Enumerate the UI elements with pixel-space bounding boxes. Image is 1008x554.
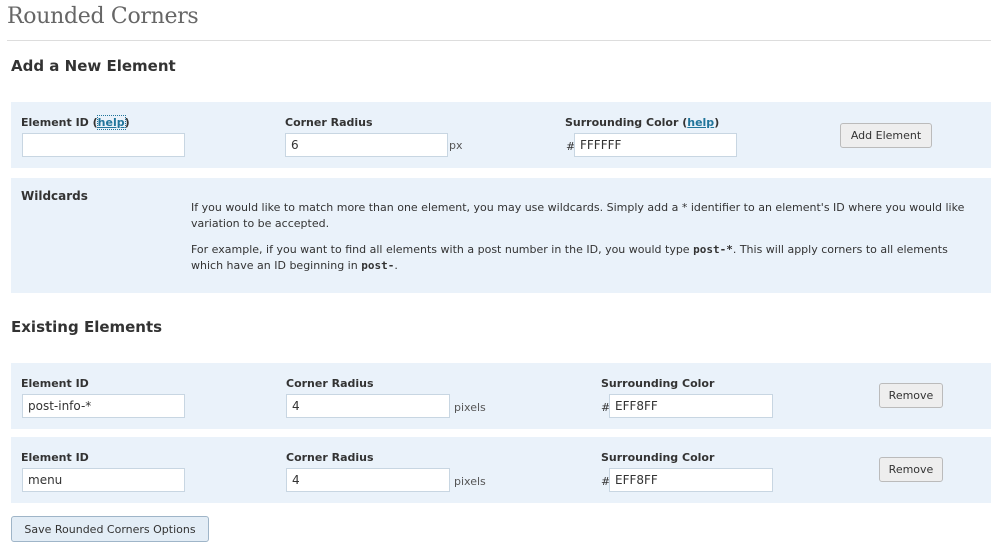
wildcards-paragraph-2: For example, if you want to find all ele… bbox=[191, 243, 948, 272]
element-id-label: Element ID (help) bbox=[21, 115, 130, 130]
row-corner-radius-unit: pixels bbox=[454, 401, 486, 414]
row-corner-radius-input[interactable] bbox=[286, 394, 450, 418]
row-element-id-label: Element ID bbox=[21, 451, 89, 464]
existing-element-row: Element ID Corner Radius pixels Surround… bbox=[11, 363, 991, 429]
code-post-prefix: post- bbox=[361, 259, 395, 272]
surrounding-color-help-link[interactable]: help bbox=[687, 116, 714, 129]
element-id-input[interactable] bbox=[22, 133, 185, 157]
row-surrounding-color-label: Surrounding Color bbox=[601, 451, 715, 464]
remove-button[interactable]: Remove bbox=[879, 457, 943, 482]
surrounding-color-label: Surrounding Color (help) bbox=[565, 116, 720, 129]
row-element-id-label: Element ID bbox=[21, 377, 89, 390]
wildcards-description: If you would like to match more than one… bbox=[191, 200, 971, 284]
row-surrounding-color-input[interactable] bbox=[609, 394, 773, 418]
row-corner-radius-label: Corner Radius bbox=[286, 451, 374, 464]
row-surrounding-color-input[interactable] bbox=[609, 468, 773, 492]
row-corner-radius-label: Corner Radius bbox=[286, 377, 374, 390]
add-element-button[interactable]: Add Element bbox=[840, 123, 932, 148]
surrounding-color-input[interactable] bbox=[574, 133, 737, 157]
row-element-id-input[interactable] bbox=[22, 394, 185, 418]
page-title: Rounded Corners bbox=[7, 4, 199, 29]
title-divider bbox=[7, 40, 991, 41]
add-section-heading: Add a New Element bbox=[11, 57, 176, 75]
row-surrounding-color-label: Surrounding Color bbox=[601, 377, 715, 390]
add-element-panel: Element ID (help) Corner Radius px Surro… bbox=[11, 102, 991, 168]
existing-section-heading: Existing Elements bbox=[11, 318, 163, 336]
existing-element-row: Element ID Corner Radius pixels Surround… bbox=[11, 437, 991, 503]
wildcards-paragraph-1: If you would like to match more than one… bbox=[191, 201, 965, 230]
code-post-wildcard: post-* bbox=[693, 243, 733, 256]
element-id-help-link[interactable]: help bbox=[96, 115, 126, 130]
wildcards-panel: Wildcards If you would like to match mor… bbox=[11, 178, 991, 293]
row-corner-radius-unit: pixels bbox=[454, 475, 486, 488]
corner-radius-unit: px bbox=[449, 139, 463, 152]
row-corner-radius-input[interactable] bbox=[286, 468, 450, 492]
row-element-id-input[interactable] bbox=[22, 468, 185, 492]
wildcards-label: Wildcards bbox=[21, 189, 88, 203]
save-options-button[interactable]: Save Rounded Corners Options bbox=[11, 516, 209, 542]
remove-button[interactable]: Remove bbox=[879, 383, 943, 408]
corner-radius-input[interactable] bbox=[285, 133, 448, 157]
corner-radius-label: Corner Radius bbox=[285, 116, 373, 129]
